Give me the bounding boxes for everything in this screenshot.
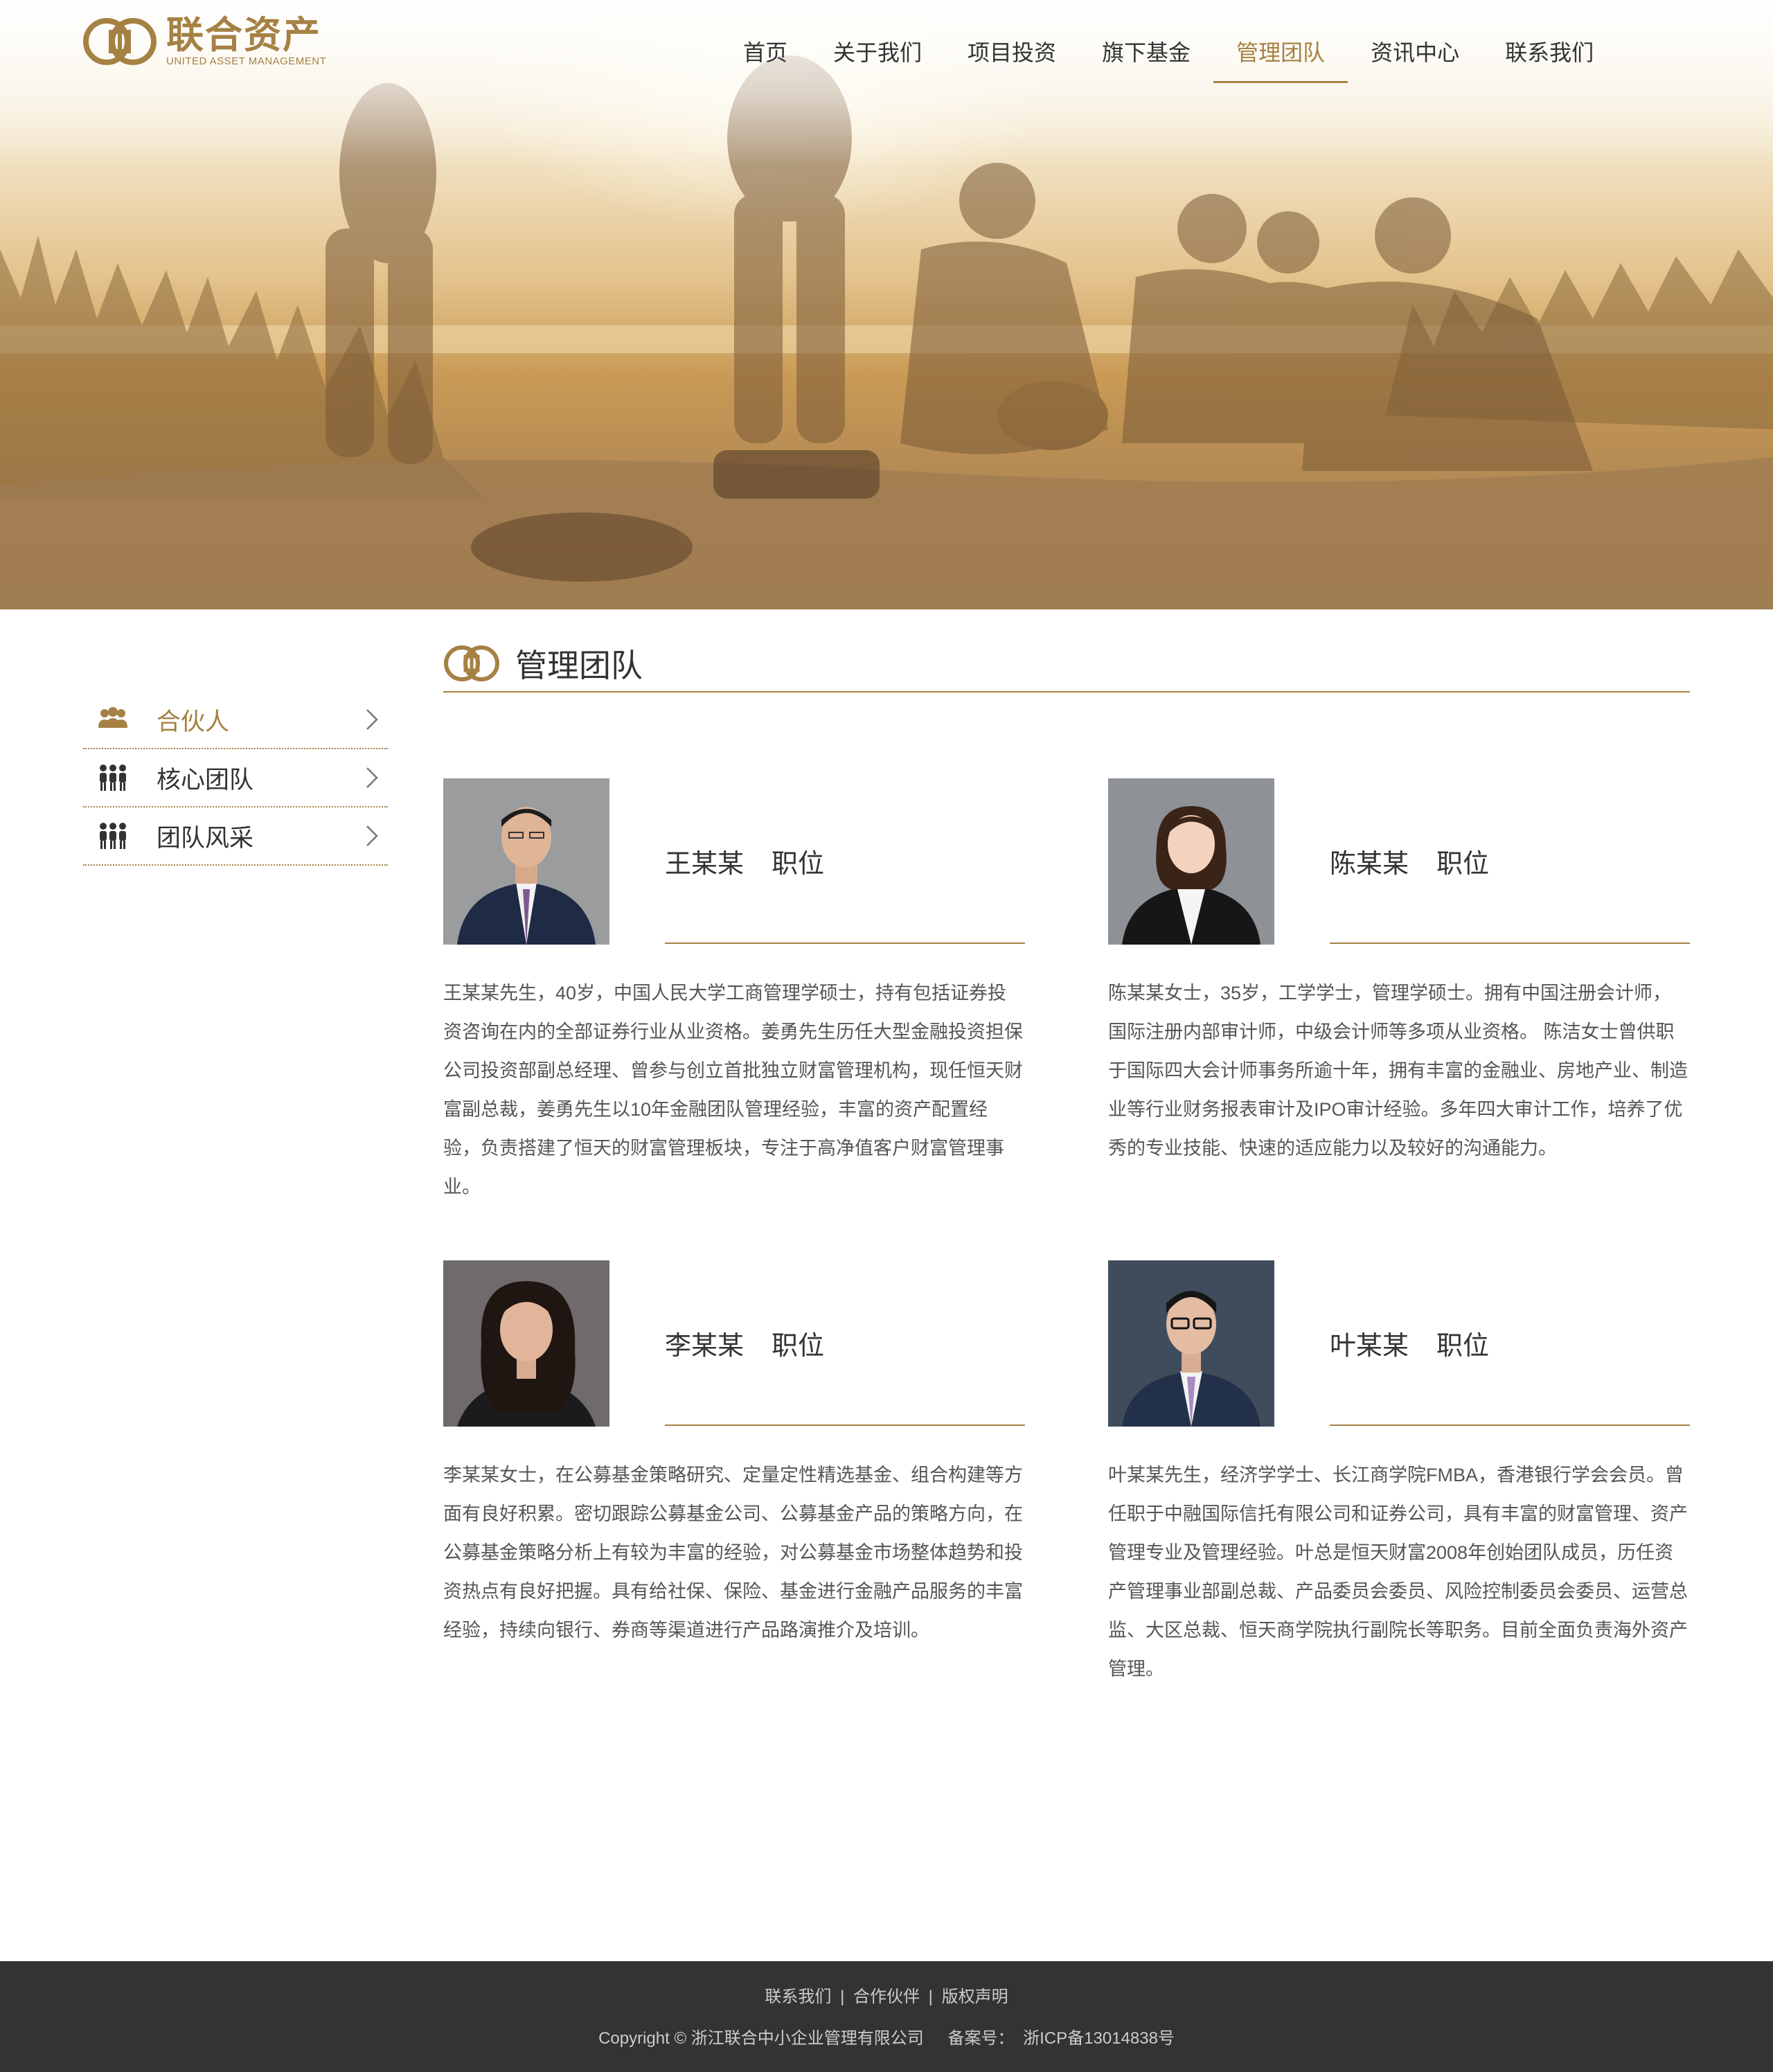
member-bio: 陈某某女士，35岁，工学学士，管理学硕士。拥有中国注册会计师，国际注册内部审计师… (1108, 983, 1688, 1159)
member-card: 王某某 职位 王某某先生，40岁，中国人民大学工商管理学硕士，持有包括证券投资咨询… (443, 778, 1025, 1222)
member-position: 职位 (772, 1332, 825, 1361)
icp-label: 备案号： (947, 2029, 1015, 2048)
chevron-right-icon (366, 767, 378, 788)
team-icon (100, 823, 126, 849)
member-name: 陈某某 (1330, 850, 1409, 879)
member-bio: 叶某某先生，经济学学士、长江商学院FMBA，香港银行学会会员。曾任职于中融国际信… (1108, 1465, 1688, 1679)
group-icon (98, 707, 127, 728)
copyright-text: Copyright © 浙江联合中小企业管理有限公司 (598, 2029, 924, 2048)
nav-item-news[interactable]: 资讯中心 (1348, 30, 1482, 83)
sidebar-menu: 合伙人 核心团队 团队风采 (83, 691, 388, 866)
footer-separator: | (928, 1988, 933, 2006)
member-bio: 李某某女士，在公募基金策略研究、定量定性精选基金、组合构建等方面有良好积累。密切… (443, 1465, 1023, 1641)
member-position: 职位 (1436, 1332, 1490, 1361)
sidebar-item-partners[interactable]: 合伙人 (83, 691, 388, 749)
section-header: 管理团队 (443, 636, 1690, 693)
main-content: 管理团队 王某某 职位 王某某先生，40岁，中国人民大学工商管理学硕士，持有包括证… (443, 636, 1690, 1679)
footer-links: 联系我们 | 合作伙伴 | 版权声明 (0, 1985, 1773, 2010)
sidebar-item-label: 合伙人 (157, 708, 230, 735)
footer-link-contact[interactable]: 联系我们 (765, 1988, 831, 2006)
site-footer: 联系我们 | 合作伙伴 | 版权声明 Copyright © 浙江联合中小企业管… (0, 1961, 1773, 2072)
nav-item-investment[interactable]: 项目投资 (945, 30, 1079, 83)
chevron-right-icon (366, 825, 378, 846)
member-name: 李某某 (665, 1332, 745, 1361)
member-name-row: 王某某 职位 (665, 842, 824, 880)
brand-name-cn: 联合资产 (166, 15, 321, 56)
icp-number[interactable]: 浙ICP备13014838号 (1023, 2029, 1175, 2048)
sidebar-item-core-team[interactable]: 核心团队 (83, 749, 388, 807)
member-card: 叶某某 职位 叶某某先生，经济学学士、长江商学院FMBA，香港银行学会会员。曾任职… (1108, 1260, 1690, 1704)
nav-item-team[interactable]: 管理团队 (1213, 30, 1348, 83)
member-name: 王某某 (665, 850, 745, 879)
brand-logo[interactable]: 联合资产 UNITED ASSET MANAGEMENT (83, 14, 326, 69)
linked-rings-icon (444, 645, 499, 681)
sidebar-item-label: 团队风采 (157, 824, 254, 852)
man-portrait-photo (443, 778, 609, 945)
woman-portrait-photo (443, 1260, 609, 1427)
woman-portrait-photo (1108, 778, 1274, 945)
divider (665, 943, 1025, 944)
nav-item-home[interactable]: 首页 (720, 30, 810, 83)
footer-link-partners[interactable]: 合作伙伴 (853, 1988, 920, 2006)
footer-copyright-row: Copyright © 浙江联合中小企业管理有限公司 备案号： 浙ICP备130… (0, 2026, 1773, 2051)
member-card: 陈某某 职位 陈某某女士，35岁，工学学士，管理学硕士。拥有中国注册会计师，国际注… (1108, 778, 1690, 1222)
member-bio: 王某某先生，40岁，中国人民大学工商管理学硕士，持有包括证券投资咨询在内的全部证… (443, 983, 1023, 1197)
sidebar-item-team-style[interactable]: 团队风采 (83, 807, 388, 866)
linked-rings-logo-icon (83, 18, 157, 65)
divider (665, 1424, 1025, 1426)
member-name-row: 叶某某 职位 (1330, 1324, 1489, 1362)
main-nav: 首页 关于我们 项目投资 旗下基金 管理团队 资讯中心 联系我们 (720, 30, 1616, 83)
divider (1330, 943, 1690, 944)
member-card: 李某某 职位 李某某女士，在公募基金策略研究、定量定性精选基金、组合构建等方面有良… (443, 1260, 1025, 1704)
footer-link-copyright[interactable]: 版权声明 (942, 1988, 1008, 2006)
brand-name-en: UNITED ASSET MANAGEMENT (166, 55, 327, 67)
team-icon (100, 765, 126, 791)
chevron-right-icon (366, 709, 378, 730)
member-position: 职位 (772, 850, 825, 879)
member-position: 职位 (1436, 850, 1490, 879)
nav-item-about[interactable]: 关于我们 (810, 30, 945, 83)
member-name-row: 李某某 职位 (665, 1324, 824, 1362)
site-header: 联合资产 UNITED ASSET MANAGEMENT 首页 关于我们 项目投… (0, 0, 1773, 90)
hero-banner (0, 0, 1773, 609)
member-name: 叶某某 (1330, 1332, 1409, 1361)
divider (1330, 1424, 1690, 1426)
page-title: 管理团队 (515, 648, 643, 684)
man-with-glasses-portrait-photo (1108, 1260, 1274, 1427)
sidebar-item-label: 核心团队 (157, 766, 254, 794)
nav-item-contact[interactable]: 联系我们 (1482, 30, 1616, 83)
footer-separator: | (840, 1988, 845, 2006)
member-name-row: 陈某某 职位 (1330, 842, 1489, 880)
nav-item-funds[interactable]: 旗下基金 (1079, 30, 1213, 83)
